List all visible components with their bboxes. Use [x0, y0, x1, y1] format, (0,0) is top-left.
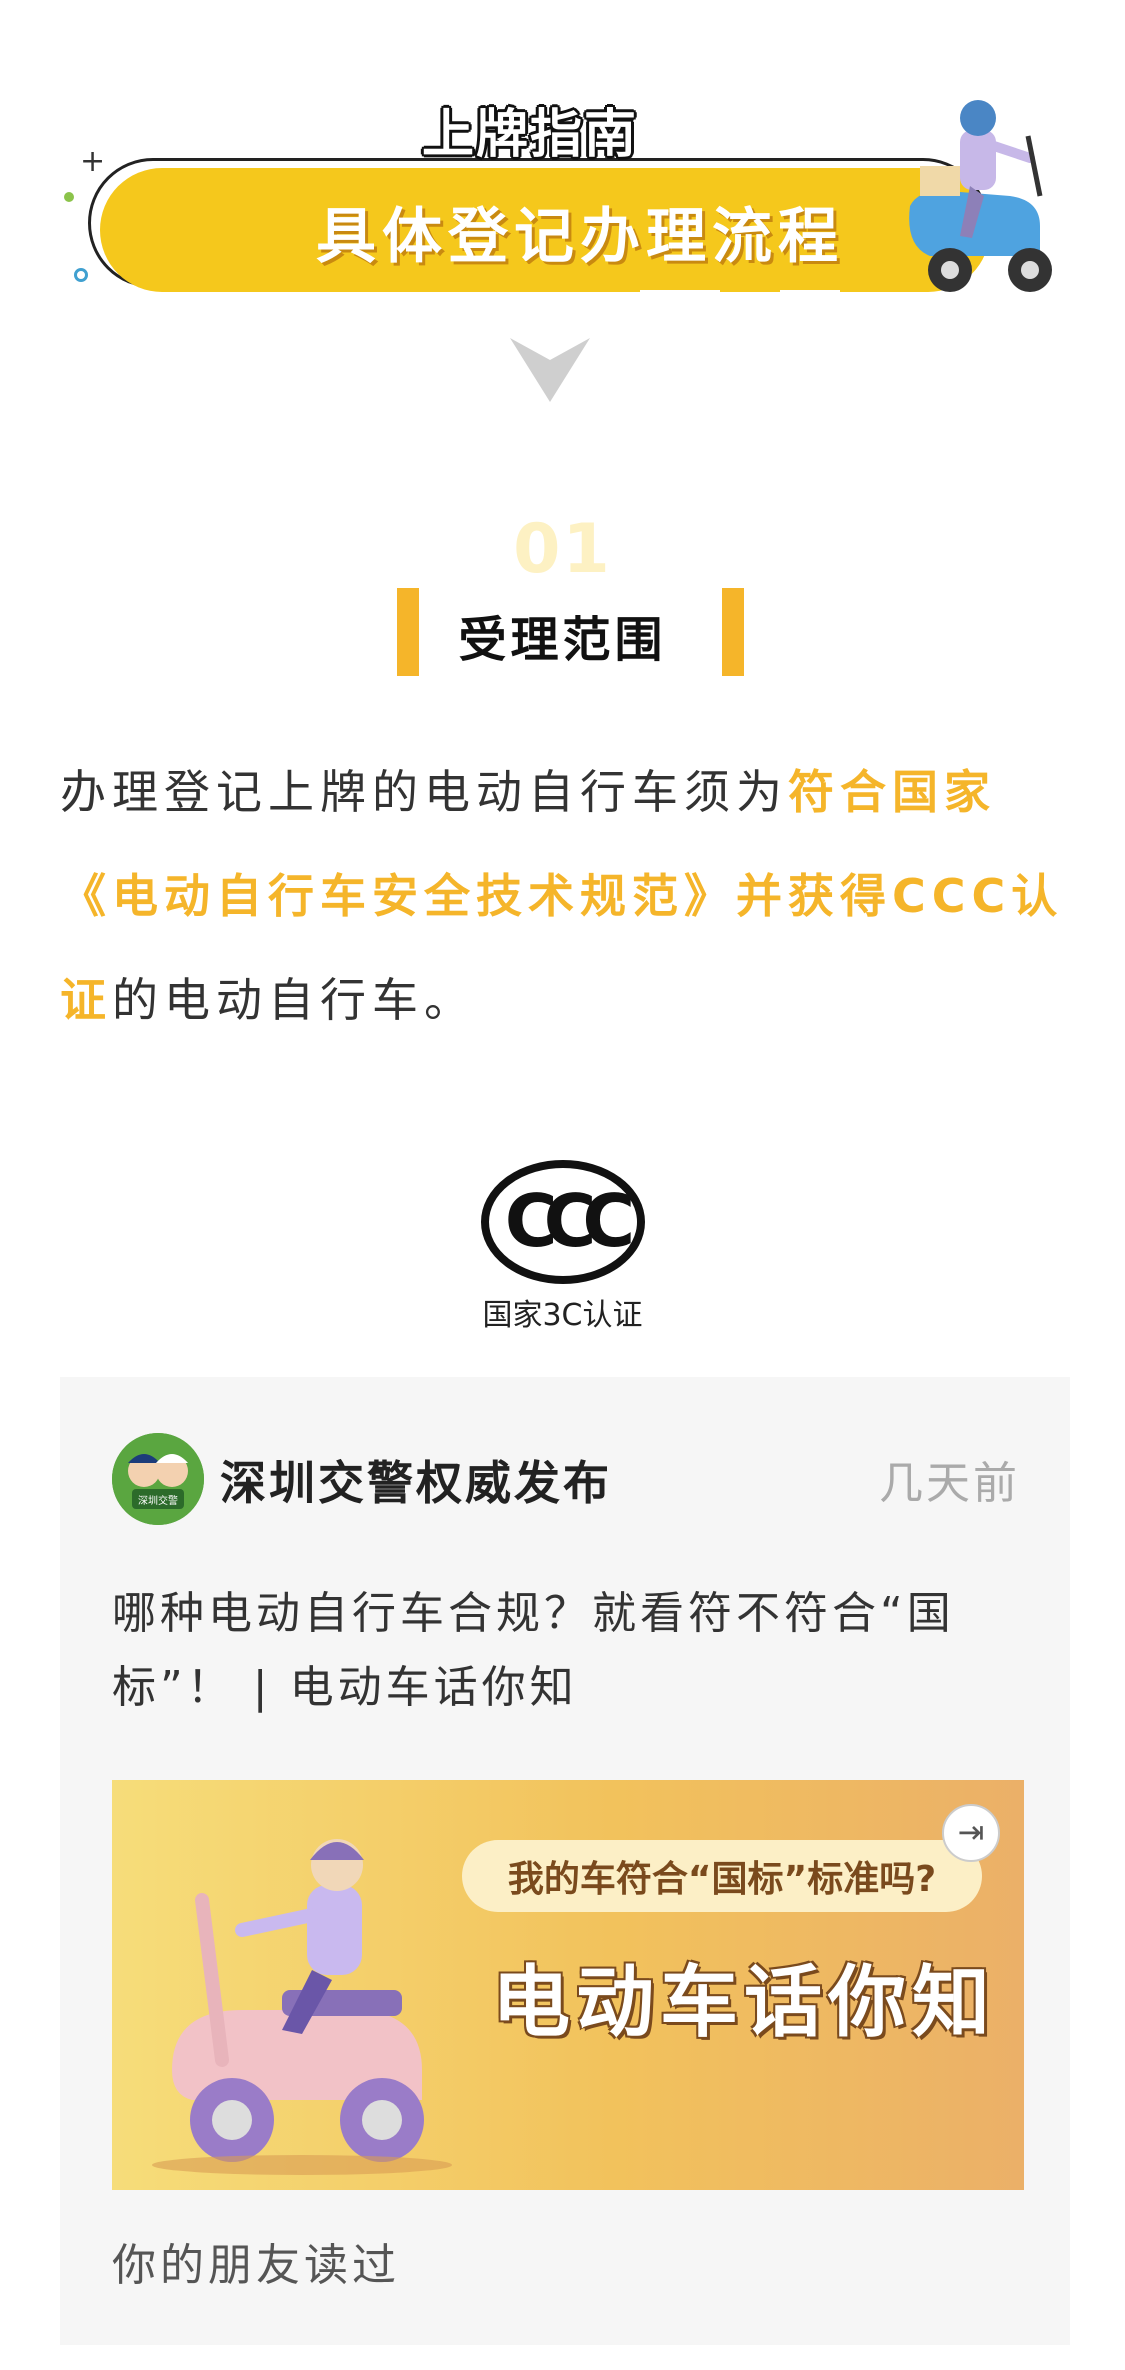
dot-decoration	[64, 192, 74, 202]
police-avatar-icon: 深圳交警	[112, 1433, 204, 1525]
dash-decoration	[180, 152, 240, 158]
plus-decoration: +	[80, 144, 106, 179]
scooter-illustration	[152, 1839, 452, 2175]
section-number: 01	[513, 510, 612, 589]
dash-decoration	[780, 290, 840, 296]
scooter-rider-illustration	[909, 100, 1052, 292]
banner-title: 具体登记办理流程	[316, 202, 844, 272]
account-avatar[interactable]: 深圳交警	[112, 1433, 204, 1525]
post-time: 几天前	[879, 1458, 1020, 1509]
open-link-icon[interactable]: ⇥	[942, 1804, 1000, 1862]
section-title: 受理范围	[458, 612, 667, 668]
paragraph-text: 的电动自行车。	[112, 973, 476, 1027]
thumbnail-title: 电动车话你知	[492, 1957, 997, 2048]
ccc-mark-text: CCC	[505, 1179, 632, 1263]
thumbnail-bubble-text: 我的车符合“国标”标准吗?	[507, 1859, 937, 1900]
ccc-caption: 国家3C认证	[482, 1298, 643, 1333]
dash-decoration	[640, 290, 720, 296]
chevron-down-icon	[510, 338, 590, 402]
avatar-text: 深圳交警	[138, 1494, 178, 1507]
ccc-certification-logo: CCC	[481, 1160, 645, 1284]
guide-title: 上牌指南	[421, 105, 638, 165]
account-name[interactable]: 深圳交警权威发布	[220, 1447, 612, 1513]
scope-paragraph: 办理登记上牌的电动自行车须为符合国家《电动自行车安全技术规范》并获得CCC认证的…	[60, 740, 1070, 1052]
article-card[interactable]: 深圳交警 深圳交警权威发布 几天前 哪种电动自行车合规？就看符不符合“国标”！ …	[60, 1377, 1070, 2345]
circle-decoration	[74, 268, 88, 282]
paragraph-text: 办理登记上牌的电动自行车须为	[60, 765, 788, 819]
friends-read-label: 你的朋友读过	[112, 2240, 400, 2291]
article-title[interactable]: 哪种电动自行车合规？就看符不符合“国标”！ | 电动车话你知	[112, 1577, 1032, 1725]
article-thumbnail[interactable]: 我的车符合“国标”标准吗? 电动车话你知 ⇥	[112, 1780, 1024, 2190]
guide-banner: + 上牌指南 具体登记办理流程	[0, 0, 1125, 402]
